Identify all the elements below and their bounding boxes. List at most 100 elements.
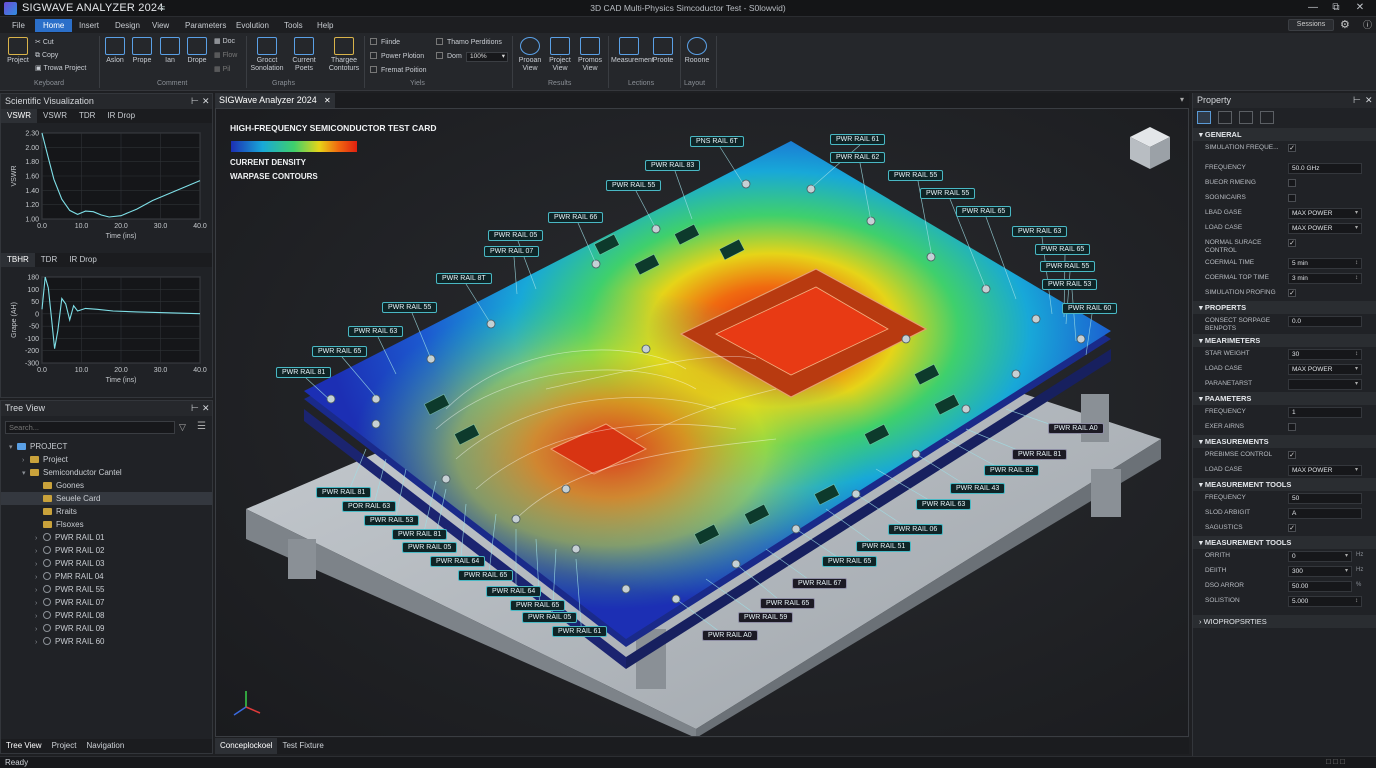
tab-conceplockoel[interactable]: Conceplockoel	[215, 738, 278, 754]
rail-callout[interactable]: PWR RAIL 63	[1012, 226, 1068, 237]
rail-callout[interactable]: PWR RAIL 65	[312, 346, 368, 357]
property-stepper[interactable]: 30 ↕	[1288, 349, 1362, 360]
fremat-poition-check[interactable]: Fremat Poition	[370, 65, 427, 77]
cut-button[interactable]: ✂ Cut	[35, 37, 54, 49]
property-input[interactable]: 50	[1288, 493, 1362, 504]
property-section-header[interactable]: ▾ MEASUREMENTS	[1193, 435, 1376, 448]
property-input[interactable]: A	[1288, 508, 1362, 519]
paste-button[interactable]: ▣ Trowa Project	[35, 63, 86, 75]
pages-icon[interactable]	[1239, 111, 1253, 124]
pin-icon[interactable]: ⊢	[191, 94, 199, 109]
tree-node[interactable]: › PWR RAIL 03	[1, 557, 212, 570]
tree-node[interactable]: › PWR RAIL 08	[1, 609, 212, 622]
tab-tdr[interactable]: TDR	[73, 109, 101, 123]
rail-callout[interactable]: PWR RAIL 63	[916, 499, 972, 510]
property-checkbox[interactable]: ✓	[1288, 144, 1296, 152]
ian-button[interactable]: Ian	[159, 37, 181, 65]
rail-callout[interactable]: PWR RAIL 64	[486, 586, 542, 597]
thamo-perditions-check[interactable]: Thamo Perditions	[436, 37, 502, 49]
maximize-icon[interactable]: ⧉	[1326, 1, 1346, 15]
tab-vswr-2[interactable]: VSWR	[37, 109, 73, 123]
tree-node[interactable]: ▾ Semiconductor Cantel	[1, 466, 212, 479]
tree-node[interactable]: ▾ PROJECT	[1, 440, 212, 453]
tree-node[interactable]: › PWR RAIL 55	[1, 583, 212, 596]
prooan-view-button[interactable]: Prooan View	[516, 37, 544, 73]
property-stepper[interactable]: 5 min ↕	[1288, 258, 1362, 269]
rail-callout[interactable]: PWR RAIL 51	[856, 541, 912, 552]
sessions-button[interactable]: Sessions	[1288, 19, 1334, 31]
tab-navigation[interactable]: Navigation	[81, 741, 129, 750]
chevron-down-icon[interactable]: ▾	[1345, 552, 1348, 561]
property-checkbox[interactable]: ✓	[1288, 451, 1296, 459]
property-checkbox[interactable]	[1288, 179, 1296, 187]
project-button[interactable]: Project	[5, 37, 31, 65]
tree-node[interactable]: › PWR RAIL 60	[1, 635, 212, 648]
rail-callout[interactable]: PWR RAIL 63	[348, 326, 404, 337]
menu-design[interactable]: Design	[107, 19, 148, 32]
fiinde-check[interactable]: Fiinde	[370, 37, 400, 49]
chevron-down-icon[interactable]: ▾	[1355, 209, 1358, 218]
gear-icon[interactable]: ⚙	[1340, 18, 1350, 31]
chevron-down-icon[interactable]: ▾	[1355, 365, 1358, 374]
property-section-header[interactable]: ▾ MEASUREMENT TOOLS	[1193, 478, 1376, 491]
expand-arrow-icon[interactable]: ▾	[9, 441, 17, 454]
rail-callout[interactable]: PWR RAIL 05	[488, 230, 544, 241]
rail-callout[interactable]: PWR RAIL 83	[645, 160, 701, 171]
property-stepper[interactable]: 5.000 ↕	[1288, 596, 1362, 607]
tree-node[interactable]: Flsoxes	[1, 518, 212, 531]
rail-callout[interactable]: POR RAIL 63	[342, 501, 397, 512]
rail-callout[interactable]: PWR RAIL 43	[950, 483, 1006, 494]
drope-button[interactable]: Drope	[185, 37, 209, 65]
property-select[interactable]: ▾	[1288, 379, 1362, 390]
categorized-icon[interactable]	[1197, 111, 1211, 124]
property-select[interactable]: MAX POWER ▾	[1288, 364, 1362, 375]
tab-ir-drop-2[interactable]: IR Drop	[63, 253, 103, 267]
tree-node[interactable]: › PMR RAIL 04	[1, 570, 212, 583]
tab-tdr-2[interactable]: TDR	[35, 253, 63, 267]
chevron-down-icon[interactable]: ▾	[1180, 95, 1184, 104]
project-view-button[interactable]: Project View	[546, 37, 574, 73]
tab-test-fixture[interactable]: Test Fixture	[277, 741, 328, 750]
grocct-sonolation-button[interactable]: Grocct Sonolation	[249, 37, 285, 73]
power-plotion-check[interactable]: Power Plotion	[370, 51, 424, 63]
property-select[interactable]: 0 ▾	[1288, 551, 1352, 562]
pin-icon[interactable]: ⊢	[191, 401, 199, 416]
promos-view-button[interactable]: Promos View	[576, 37, 604, 73]
prope-button[interactable]: Prope	[131, 37, 153, 65]
property-checkbox[interactable]: ✓	[1288, 239, 1296, 247]
rail-callout[interactable]: PWR RAIL A0	[702, 630, 758, 641]
property-section-header[interactable]: ▾ MEARIMETERS	[1193, 334, 1376, 347]
doc-button[interactable]: ▦ Doc	[214, 36, 235, 48]
menu-evolution[interactable]: Evolution	[228, 19, 277, 32]
property-checkbox[interactable]: ✓	[1288, 289, 1296, 297]
pin-icon[interactable]: ⊢	[1353, 93, 1361, 108]
property-checkbox[interactable]: ✓	[1288, 524, 1296, 532]
pil-button[interactable]: ▦ Pil	[214, 64, 230, 76]
expand-arrow-icon[interactable]: ›	[35, 636, 43, 649]
rail-callout[interactable]: PWR RAIL 8T	[436, 273, 492, 284]
tree-node[interactable]: › PWR RAIL 02	[1, 544, 212, 557]
rail-callout[interactable]: PWR RAIL 81	[392, 529, 448, 540]
chevron-down-icon[interactable]: ▾	[1345, 567, 1348, 576]
tree-node[interactable]: › Project	[1, 453, 212, 466]
property-section-header[interactable]: ▾ GENERAL	[1193, 128, 1376, 141]
property-select[interactable]: 300 ▾	[1288, 566, 1352, 577]
properties-footer[interactable]: › WIOPROPSRTIES	[1193, 615, 1376, 628]
spinner-icon[interactable]: ↕	[1355, 274, 1358, 283]
rail-callout[interactable]: PWR RAIL 05	[522, 612, 578, 623]
tab-tbhr[interactable]: TBHR	[1, 253, 35, 267]
rail-callout[interactable]: PWR RAIL 65	[1035, 244, 1091, 255]
rail-callout[interactable]: PWR RAIL 55	[382, 302, 438, 313]
rail-callout[interactable]: PWR RAIL 65	[822, 556, 878, 567]
3d-viewport[interactable]: HIGH-FREQUENCY SEMICONDUCTOR TEST CARD C…	[215, 108, 1189, 737]
rail-callout[interactable]: PWR RAIL 59	[738, 612, 794, 623]
property-checkbox[interactable]	[1288, 194, 1296, 202]
copy-button[interactable]: ⧉ Copy	[35, 50, 58, 62]
tab-vswr[interactable]: VSWR	[1, 109, 37, 123]
rail-callout[interactable]: PWR RAIL 07	[484, 246, 540, 257]
flow-button[interactable]: ▦ Flow	[214, 50, 237, 62]
tree-node[interactable]: › PWR RAIL 01	[1, 531, 212, 544]
rail-callout[interactable]: PWR RAIL 81	[316, 487, 372, 498]
menu-insert[interactable]: Insert	[71, 19, 107, 32]
measurement-button[interactable]: Measurement	[611, 37, 654, 65]
